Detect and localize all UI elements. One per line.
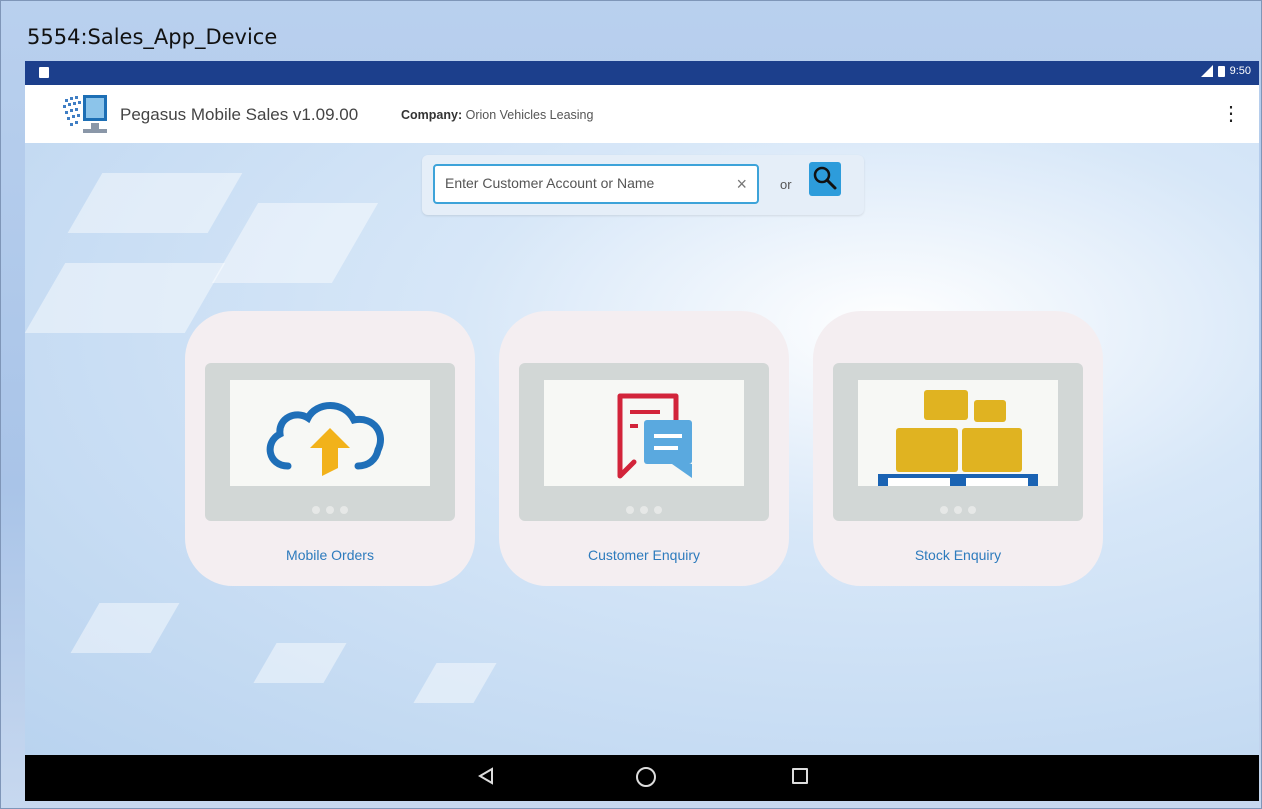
device-screen: 9:50 Pegasus Mobile Sales v1.09.00 Compa… [25,61,1259,801]
monitor-frame [205,363,455,521]
pegasus-logo-icon [63,95,107,133]
battery-icon [1217,65,1225,77]
status-bar: 9:50 [25,61,1259,85]
search-button[interactable] [809,162,841,196]
company-info: Company: Orion Vehicles Leasing [401,108,593,122]
search-field: × [433,164,759,204]
customer-search-input[interactable] [443,174,727,192]
app-name: Pegasus Mobile Sales v1.09.00 [120,105,359,124]
monitor-frame [833,363,1083,521]
stock-enquiry-tile[interactable]: Stock Enquiry [813,311,1103,586]
back-icon[interactable] [478,767,494,785]
company-name: Orion Vehicles Leasing [465,108,594,122]
tile-label: Stock Enquiry [914,547,1002,563]
home-icon[interactable] [636,767,656,787]
cloud-upload-icon [266,402,384,476]
tile-label: Customer Enquiry [587,547,701,563]
android-nav-bar [25,755,1259,801]
more-vert-icon[interactable]: ⋮ [1221,101,1241,127]
status-time: 9:50 [1229,65,1251,77]
clear-icon[interactable]: × [736,174,747,194]
window-title: 5554:Sales_App_Device [27,25,278,49]
company-label: Company: [401,108,463,122]
pallet-boxes-icon [878,390,1038,492]
mobile-orders-tile[interactable]: Mobile Orders [185,311,475,586]
sd-card-icon [39,67,49,78]
search-icon [813,166,837,190]
search-panel: × or [422,155,864,215]
recent-apps-icon[interactable] [792,768,808,784]
monitor-frame [519,363,769,521]
status-icons: 9:50 [1199,65,1251,77]
emulator-window: 5554:Sales_App_Device 9:50 Pegasus Mobil… [0,0,1262,809]
app-bar: Pegasus Mobile Sales v1.09.00 Company: O… [25,85,1259,143]
chat-document-icon [617,393,692,479]
customer-enquiry-tile[interactable]: Customer Enquiry [499,311,789,586]
signal-icon [1199,65,1213,77]
tile-label: Mobile Orders [286,547,374,563]
or-label: or [780,177,792,192]
